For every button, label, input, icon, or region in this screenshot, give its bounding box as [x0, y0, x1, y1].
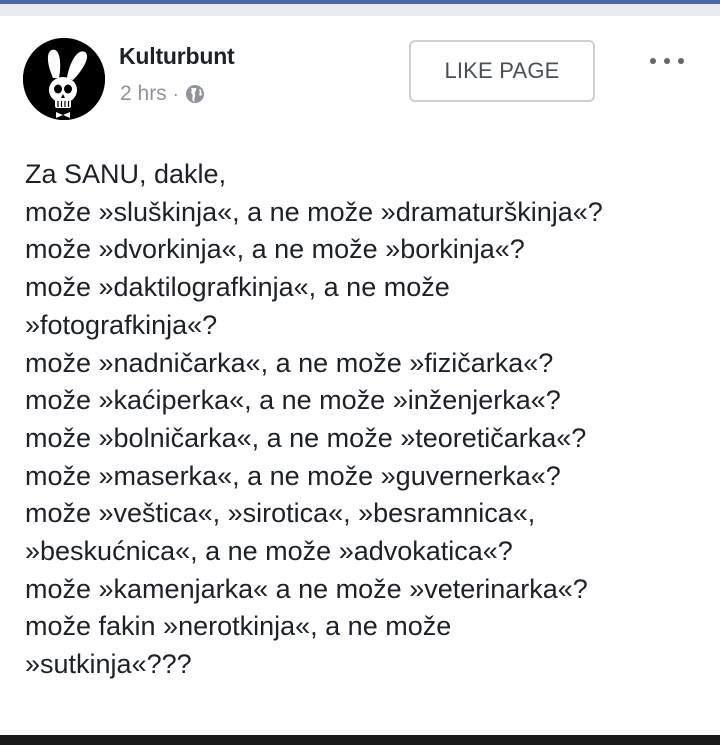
post-card: Kulturbunt 2 hrs · LIKE PAGE Za SANU, da… [0, 16, 720, 735]
globe-icon [185, 84, 205, 104]
feed-gap [0, 4, 720, 16]
post-meta: 2 hrs · [120, 82, 205, 106]
post-text-line: može »kamenjarka« a ne može »veterinarka… [25, 573, 588, 604]
post-text-line: Za SANU, dakle, [25, 159, 227, 189]
post-text-line: može »sluškinja«, a ne može »dramaturški… [25, 196, 603, 227]
post-text-line: može fakin »nerotkinja«, a ne može [25, 611, 452, 642]
post-text: Za SANU, dakle, može »sluškinja«, a ne m… [25, 156, 715, 684]
post-text-line: »beskućnica«, a ne može »advokatica«? [25, 536, 513, 567]
more-options-icon[interactable] [650, 56, 684, 66]
more-dot [664, 58, 670, 64]
post-timestamp[interactable]: 2 hrs [120, 82, 167, 106]
next-post-edge [0, 735, 720, 745]
post-text-line: može »nadničarka«, a ne može »fizičarka«… [25, 347, 554, 378]
avatar[interactable] [23, 38, 105, 120]
more-dot [678, 58, 684, 64]
post-text-line: »fotografkinja«? [25, 309, 218, 340]
bunny-skull-logo-icon [23, 38, 105, 120]
post-text-line: može »dvorkinja«, a ne može »borkinja«? [25, 234, 525, 265]
post-text-line: »sutkinja«??? [25, 649, 192, 680]
post-text-line: može »kaćiperka«, a ne može »inženjerka«… [25, 385, 561, 416]
page-name-link[interactable]: Kulturbunt [119, 43, 235, 70]
meta-separator: · [172, 83, 179, 104]
more-dot [650, 58, 656, 64]
like-page-button[interactable]: LIKE PAGE [409, 40, 595, 102]
post-text-line: može »veštica«, »sirotica«, »besramnica«… [25, 498, 536, 529]
post-text-line: može »bolničarka«, a ne može »teoretičar… [25, 422, 587, 453]
post-text-line: može »daktilografkinja«, a ne može [25, 272, 450, 303]
post-text-line: može »maserka«, a ne može »guvernerka«? [25, 460, 561, 491]
